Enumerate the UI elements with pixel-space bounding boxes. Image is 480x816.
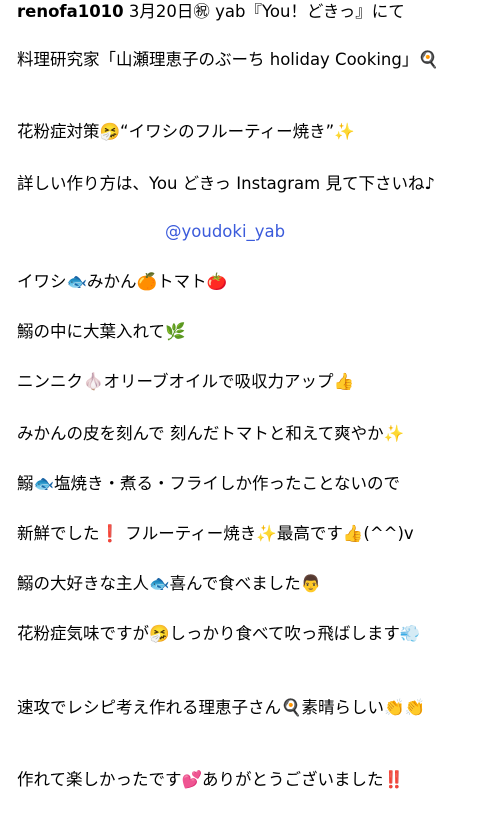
caption-line: ニンニク🧄オリーブオイルで吸収力アップ👍 [17, 372, 355, 391]
caption-line: 鰯の中に大葉入れて🌿 [17, 322, 186, 341]
mention-link[interactable]: @youdoki_yab [165, 220, 285, 244]
caption-line: みかんの皮を刻んで 刻んだトマトと和えて爽やか✨ [17, 424, 405, 443]
caption-line: 作れて楽しかったです💕ありがとうございました‼️ [17, 770, 405, 789]
caption-line: 新鮮でした❗️ フルーティー焼き✨最高です👍(^^)v [17, 524, 414, 543]
caption-line: 鰯の大好きな主人🐟喜んで食べました👨 [17, 574, 322, 593]
username[interactable]: renofa1010 [17, 2, 124, 21]
caption-line: イワシ🐟みかん🍊トマト🍅 [17, 272, 228, 291]
caption-line: 速攻でレシピ考え作れる理恵子さん🍳素晴らしい👏👏 [17, 698, 426, 717]
caption-line: 鰯🐟塩焼き・煮る・フライしか作ったことないので [17, 474, 401, 493]
caption-header: renofa1010 3月20日㊗ yab『You！どきっ』にて [17, 0, 405, 24]
caption-line: 花粉症対策🤧“イワシのフルーティー焼き”✨ [17, 122, 355, 141]
caption-line: 花粉症気味ですが🤧しっかり食べて吹っ飛ばします💨 [17, 624, 421, 643]
caption-line: 料理研究家「山瀬理恵子のぶーち holiday Cooking」🍳 [17, 50, 439, 69]
caption-line: 詳しい作り方は、You どきっ Instagram 見て下さいね♪ [17, 174, 435, 193]
caption-header-text: 3月20日㊗ yab『You！どきっ』にて [123, 2, 405, 21]
